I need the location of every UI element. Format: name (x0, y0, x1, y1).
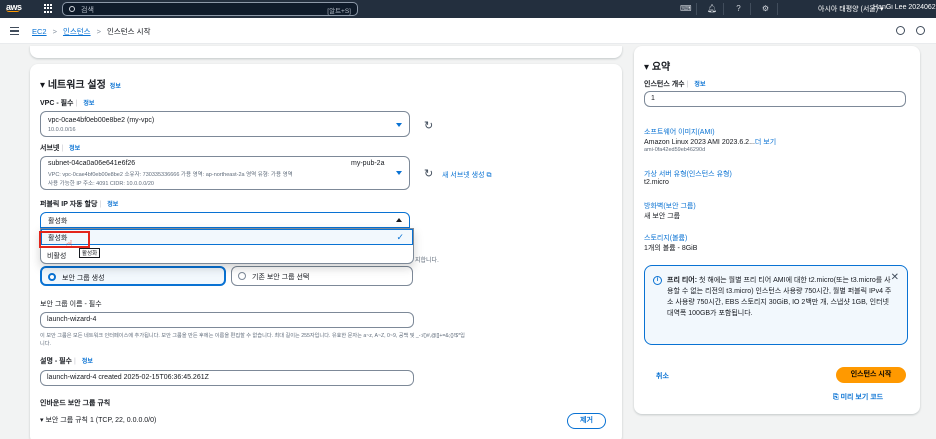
highlight-box (39, 231, 90, 248)
breadcrumb-instances[interactable]: 인스턴스 (63, 27, 91, 36)
gear-icon[interactable]: ⚙ (761, 4, 770, 13)
search-icon (69, 6, 75, 12)
sg-name-label: 보안 그룹 이름 - 필수 (40, 301, 102, 308)
description-input[interactable]: launch-wizard-4 created 2025-02-15T06:36… (40, 370, 414, 386)
clock-icon[interactable] (916, 26, 925, 35)
existing-security-group-option[interactable]: 기존 보안 그룹 선택 (231, 266, 413, 286)
public-ip-select[interactable]: 활성화 (40, 212, 410, 228)
instance-count-label: 인스턴스 개수 | 정보 (644, 81, 706, 88)
radio-unselected (238, 272, 246, 280)
search-input[interactable]: 검색 [알트+S] (62, 2, 358, 16)
preview-code-button[interactable]: ⎘ 미리 보기 코드 (833, 392, 883, 402)
public-ip-label: 퍼블릭 IP 자동 할당 | 정보 (40, 201, 119, 208)
menu-icon[interactable] (10, 27, 19, 35)
cloudshell-icon[interactable]: ⌨ (680, 4, 692, 13)
description-label: 설명 - 필수 | 정보 (40, 358, 93, 365)
network-settings-title[interactable]: ▾ 네트워크 설정 정보 (40, 76, 121, 91)
cancel-button[interactable]: 취소 (656, 371, 669, 381)
hand-cursor-icon: ☝ (66, 239, 73, 251)
free-tier-alert: i 프리 티어: 첫 해에는 월별 프리 티어 AMI에 대한 t2.micro… (644, 265, 908, 345)
firewall-link[interactable]: 방화벽(보안 그룹) (644, 201, 696, 211)
bell-icon[interactable]: 🔔︎ (707, 4, 717, 13)
remove-rule-button[interactable]: 제거 (567, 413, 606, 429)
radio-selected (48, 273, 56, 281)
breadcrumb: EC2 > 인스턴스 > 인스턴스 시작 (32, 27, 151, 36)
top-navigation: aws 검색 [알트+S] ⌨ 🔔︎ ? ⚙ 아시아 태평양 (서울) ▾ Ha… (0, 0, 936, 18)
subnet-label: 서브넷 | 정보 (40, 145, 81, 152)
more-link[interactable]: 더 보기 (755, 139, 776, 146)
breadcrumb-current: 인스턴스 시작 (106, 27, 151, 36)
external-link-icon: ⧉ (486, 172, 492, 179)
option-disable[interactable]: 비활성 (47, 251, 66, 261)
services-grid-icon[interactable] (44, 4, 53, 13)
info-link[interactable]: 정보 (110, 84, 121, 90)
tooltip: 활성화 (79, 248, 101, 258)
public-ip-dropdown: 활성화 ✓ 비활성 (40, 228, 414, 264)
code-icon: ⎘ (833, 394, 839, 401)
caret-down-icon (396, 171, 402, 175)
close-icon[interactable]: ✕ (891, 272, 899, 283)
caret-down-icon (396, 123, 402, 127)
instance-type-link[interactable]: 가상 서버 유형(인스턴스 유형) (644, 169, 732, 179)
inbound-rule-1-toggle[interactable]: ▾ 보안 그룹 규칙 1 (TCP, 22, 0.0.0.0/0) (40, 415, 156, 425)
subnet-select[interactable]: subnet-04ca0a06e641e6f26 my-pub-2a VPC: … (40, 156, 410, 190)
refresh-icon[interactable]: ↻ (424, 167, 433, 180)
caret-up-icon (396, 218, 402, 222)
info-circle-icon[interactable] (896, 26, 905, 35)
refresh-icon[interactable]: ↻ (424, 119, 433, 132)
vpc-label: VPC - 필수 | 정보 (40, 100, 95, 107)
previous-section-panel (30, 46, 622, 58)
ami-value: Amazon Linux 2023 AMI 2023.6.2...더 보기 (644, 139, 777, 146)
launch-instance-button[interactable]: 인스턴스 시작 (836, 367, 906, 383)
ami-link[interactable]: 소프트웨어 이미지(AMI) (644, 127, 715, 137)
aws-logo[interactable]: aws (6, 2, 22, 12)
summary-title[interactable]: ▾ 요약 (644, 58, 670, 73)
info-icon: i (653, 276, 662, 285)
option-enable[interactable]: 활성화 ✓ (41, 229, 413, 245)
account-menu[interactable]: HanGi Lee 2024062 (873, 4, 936, 11)
breadcrumb-ec2[interactable]: EC2 (32, 27, 47, 36)
help-icon[interactable]: ? (734, 4, 743, 13)
check-icon: ✓ (396, 232, 404, 242)
sg-name-input[interactable]: launch-wizard-4 (40, 312, 414, 328)
create-security-group-option[interactable]: 보안 그룹 생성 (40, 266, 226, 286)
instance-count-input[interactable]: 1 (644, 91, 906, 107)
vpc-select[interactable]: vpc-0cae4bf0eb00e8be2 (my-vpc) 10.0.0.0/… (40, 111, 410, 137)
inbound-rules-label: 인바운드 보안 그룹 규칙 (40, 400, 111, 407)
storage-link[interactable]: 스토리지(볼륨) (644, 233, 687, 243)
breadcrumb-bar: EC2 > 인스턴스 > 인스턴스 시작 (0, 18, 936, 44)
create-subnet-link[interactable]: 새 서브넷 생성 ⧉ (442, 170, 491, 180)
